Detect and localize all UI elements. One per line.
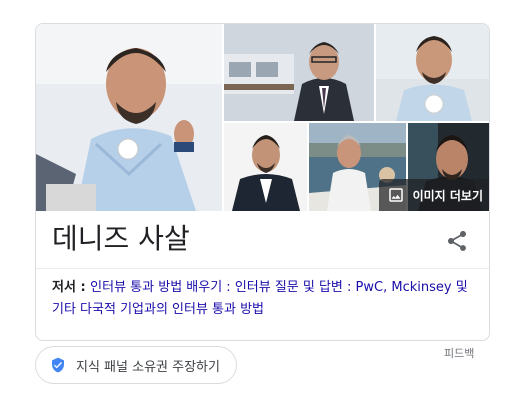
description: 저서 : 인터뷰 통과 방법 배우기 : 인터뷰 질문 및 답변 : PwC, … <box>52 277 477 321</box>
share-icon[interactable] <box>445 229 469 253</box>
photo-office-suit[interactable] <box>224 24 374 121</box>
more-images-button[interactable]: 이미지 더보기 <box>378 179 489 211</box>
image-gallery-icon <box>387 186 405 204</box>
image-gallery: 이미지 더보기 <box>36 24 489 211</box>
photo-smiling[interactable] <box>376 24 489 121</box>
claim-panel-button[interactable]: 지식 패널 소유권 주장하기 <box>35 346 237 384</box>
description-label: 저서 : <box>52 280 91 295</box>
photo-studio[interactable] <box>224 123 307 211</box>
claim-label: 지식 패널 소유권 주장하기 <box>76 359 220 375</box>
knowledge-panel: 이미지 더보기 데니즈 사살 저서 : 인터뷰 통과 방법 배우기 : 인터뷰 … <box>35 23 490 341</box>
feedback-link[interactable]: 피드백 <box>444 345 474 361</box>
title-row: 데니즈 사살 <box>36 211 489 269</box>
verified-shield-icon <box>50 356 66 374</box>
book-link[interactable]: 인터뷰 통과 방법 배우기 : 인터뷰 질문 및 답변 : PwC, Mckin… <box>52 280 468 317</box>
main-photo[interactable] <box>36 24 222 211</box>
more-images-label: 이미지 더보기 <box>412 188 483 203</box>
entity-title: 데니즈 사살 <box>52 222 190 255</box>
